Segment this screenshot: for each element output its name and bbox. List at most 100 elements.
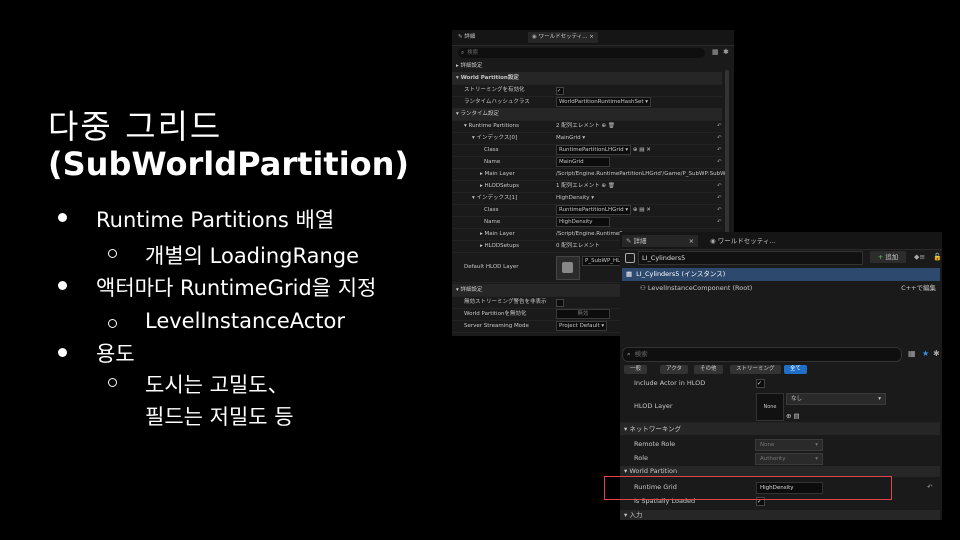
- class-dropdown[interactable]: RuntimePartitionLHGrid ▾: [556, 204, 632, 215]
- gear-icon[interactable]: ✱: [933, 349, 940, 358]
- close-icon[interactable]: ×: [589, 34, 594, 40]
- slide-title-korean: 다중 그리드: [48, 107, 223, 146]
- row-role: Role Authority ▾: [620, 452, 940, 465]
- filter-streaming[interactable]: ストリーミング: [730, 365, 781, 374]
- row-label: HLODSetups: [484, 243, 519, 249]
- thumbnail-label: None: [763, 404, 777, 410]
- add-component-button[interactable]: + 追加: [870, 251, 906, 263]
- trash-icon[interactable]: 🗑: [608, 183, 615, 189]
- row-include-hlod: Include Actor in HLOD ✓: [620, 377, 940, 389]
- reset-icon[interactable]: ↶: [927, 481, 932, 493]
- browse-icon[interactable]: ⊕: [633, 147, 638, 153]
- search-icon: ⌕: [627, 350, 631, 358]
- row-label: HLODSetups: [484, 183, 519, 189]
- section-input[interactable]: ▾ 入力: [620, 510, 940, 520]
- remote-role-dropdown[interactable]: None ▾: [755, 439, 823, 451]
- actor-name-field[interactable]: LI_Cylinders5: [638, 251, 863, 265]
- row-value: /Script/Engine.RuntimePar: [556, 231, 628, 237]
- input-value: HighDensity: [559, 218, 593, 225]
- hlod-layer-thumbnail[interactable]: [556, 256, 580, 280]
- row-label: ストリーミングを有効化: [464, 87, 525, 93]
- trash-icon[interactable]: 🗑: [608, 123, 615, 129]
- server-mode-dropdown[interactable]: Project Default ▾: [556, 320, 608, 331]
- hash-class-dropdown[interactable]: WorldPartitionRuntimeHashSet ▾: [556, 96, 652, 107]
- clear-icon[interactable]: ✕: [646, 147, 651, 153]
- reset-icon[interactable]: ↶: [717, 204, 722, 216]
- component-icon: ⚇: [640, 284, 648, 292]
- search-input[interactable]: ⌕ 検索: [458, 48, 705, 58]
- filter-general[interactable]: 一般: [624, 365, 648, 374]
- row-label: Role: [634, 454, 649, 462]
- reset-icon[interactable]: ↶: [717, 156, 722, 168]
- reset-icon[interactable]: ↶: [717, 144, 722, 156]
- sub-bullet-item: LevelInstanceActor: [145, 309, 346, 333]
- bullet-item: 용도: [96, 342, 135, 366]
- gear-icon[interactable]: ✱: [723, 48, 729, 56]
- blueprint-icon[interactable]: ◆≡: [914, 253, 925, 261]
- reset-icon[interactable]: ↶: [717, 216, 722, 228]
- add-element-icon[interactable]: ⊕: [602, 123, 607, 129]
- disable-wp-button[interactable]: 無効: [556, 308, 610, 319]
- row-label: Name: [484, 219, 501, 225]
- grid-icon[interactable]: ▦: [712, 48, 719, 56]
- row-value: HighDensity: [556, 195, 590, 201]
- folder-icon[interactable]: ▤: [639, 207, 644, 213]
- add-element-icon[interactable]: ⊕: [602, 183, 607, 189]
- clear-icon[interactable]: ✕: [646, 207, 651, 213]
- class-dropdown[interactable]: RuntimePartitionLHGrid ▾: [556, 144, 632, 155]
- dropdown-value: P_SubWP_HL: [585, 258, 621, 264]
- component-row-root[interactable]: ⚇ LevelInstanceComponent (Root) C++で編集: [622, 282, 940, 295]
- globe-icon: ◉: [710, 237, 716, 245]
- tab-bar: ✎ 詳細 × ◉ ワールドセッティ...: [620, 232, 942, 250]
- tab-details[interactable]: ✎ 詳細: [454, 32, 479, 43]
- tab-label: ワールドセッティ...: [717, 237, 776, 245]
- reset-icon[interactable]: ↶: [717, 180, 722, 192]
- hlod-layer-thumbnail[interactable]: None: [756, 393, 784, 421]
- folder-icon[interactable]: ▤: [639, 147, 644, 153]
- reset-icon[interactable]: ↶: [717, 132, 722, 144]
- tab-world-settings[interactable]: ◉ ワールドセッティ...: [706, 235, 780, 247]
- row-label: Remote Role: [634, 440, 676, 448]
- search-input[interactable]: ⌕ 検索: [622, 347, 902, 362]
- grid-icon[interactable]: ▦: [908, 349, 916, 358]
- component-row-instance[interactable]: ▦ LI_Cylinders5 (インスタンス): [622, 268, 940, 281]
- tab-details[interactable]: ✎ 詳細 ×: [622, 235, 699, 247]
- tab-world-settings[interactable]: ◉ ワールドセッティ... ×: [528, 32, 598, 43]
- role-dropdown[interactable]: Authority ▾: [755, 453, 823, 465]
- edit-cpp-link[interactable]: C++で編集: [901, 282, 936, 295]
- name-input[interactable]: MainGrid: [556, 156, 610, 167]
- row-label: Default HLOD Layer: [464, 264, 519, 270]
- dropdown-value: WorldPartitionRuntimeHashSet: [559, 98, 644, 105]
- sub-bullet-item: 필드는 저밀도 등: [145, 405, 294, 429]
- row-value: 2 配列エレメント: [556, 123, 600, 129]
- hlod-layer-dropdown[interactable]: P_SubWP_HL: [582, 256, 624, 266]
- filter-actor[interactable]: アクタ: [660, 365, 689, 374]
- tab-bar: ✎ 詳細 ◉ ワールドセッティ... ×: [452, 30, 734, 46]
- actor-icon: [625, 253, 635, 263]
- row-label: World Partitionを無効化: [464, 311, 527, 317]
- star-icon[interactable]: ★: [922, 349, 929, 358]
- plus-icon: +: [877, 253, 884, 261]
- button-label: 無効: [577, 310, 589, 317]
- lock-icon[interactable]: 🔓: [933, 253, 942, 261]
- runtime-grid-highlight: [604, 476, 892, 500]
- reset-icon[interactable]: ↶: [717, 192, 722, 204]
- row-label: Include Actor in HLOD: [634, 379, 706, 387]
- bullet-item: 액터마다 RuntimeGrid을 지정: [96, 276, 377, 300]
- row-label: Main Layer: [484, 231, 515, 237]
- streaming-checkbox[interactable]: ✓: [556, 87, 564, 95]
- level-instance-icon: ▦: [626, 270, 633, 278]
- include-hlod-checkbox[interactable]: ✓: [756, 379, 765, 388]
- filter-all[interactable]: 全て: [784, 365, 808, 374]
- hlod-layer-dropdown[interactable]: なし ▾: [786, 393, 886, 405]
- tab-label: ワールドセッティ...: [538, 34, 588, 40]
- row-label: Main Layer: [484, 171, 515, 177]
- sub-bullet-ring: [108, 378, 117, 387]
- warning-checkbox[interactable]: [556, 299, 564, 307]
- section-networking[interactable]: ▾ ネットワーキング: [620, 423, 940, 435]
- close-icon[interactable]: ×: [689, 237, 694, 245]
- filter-misc[interactable]: その他: [694, 365, 723, 374]
- reset-icon[interactable]: ↶: [717, 120, 722, 132]
- browse-icon[interactable]: ⊕: [633, 207, 638, 213]
- name-input[interactable]: HighDensity: [556, 216, 610, 227]
